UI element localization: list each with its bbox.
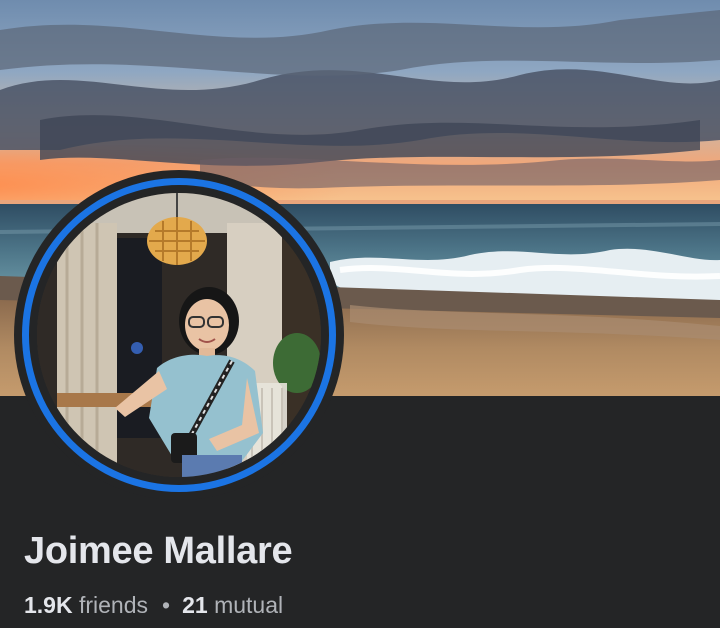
mutual-friends-link[interactable]: 21 mutual	[182, 592, 283, 618]
profile-picture[interactable]	[14, 170, 344, 500]
mutual-count: 21	[182, 592, 208, 618]
story-ring	[22, 178, 336, 492]
profile-header: Joimee Mallare 1.9K friends • 21 mutual	[0, 0, 720, 628]
profile-name: Joimee Mallare	[24, 530, 293, 572]
mutual-label: mutual	[214, 592, 284, 618]
dot-separator: •	[162, 592, 171, 618]
avatar-border	[29, 185, 329, 485]
avatar	[37, 193, 321, 477]
friends-count: 1.9K	[24, 592, 73, 618]
profile-stats: 1.9K friends • 21 mutual	[24, 589, 283, 621]
friends-label: friends	[78, 592, 149, 618]
friends-link[interactable]: 1.9K friends	[24, 592, 148, 618]
